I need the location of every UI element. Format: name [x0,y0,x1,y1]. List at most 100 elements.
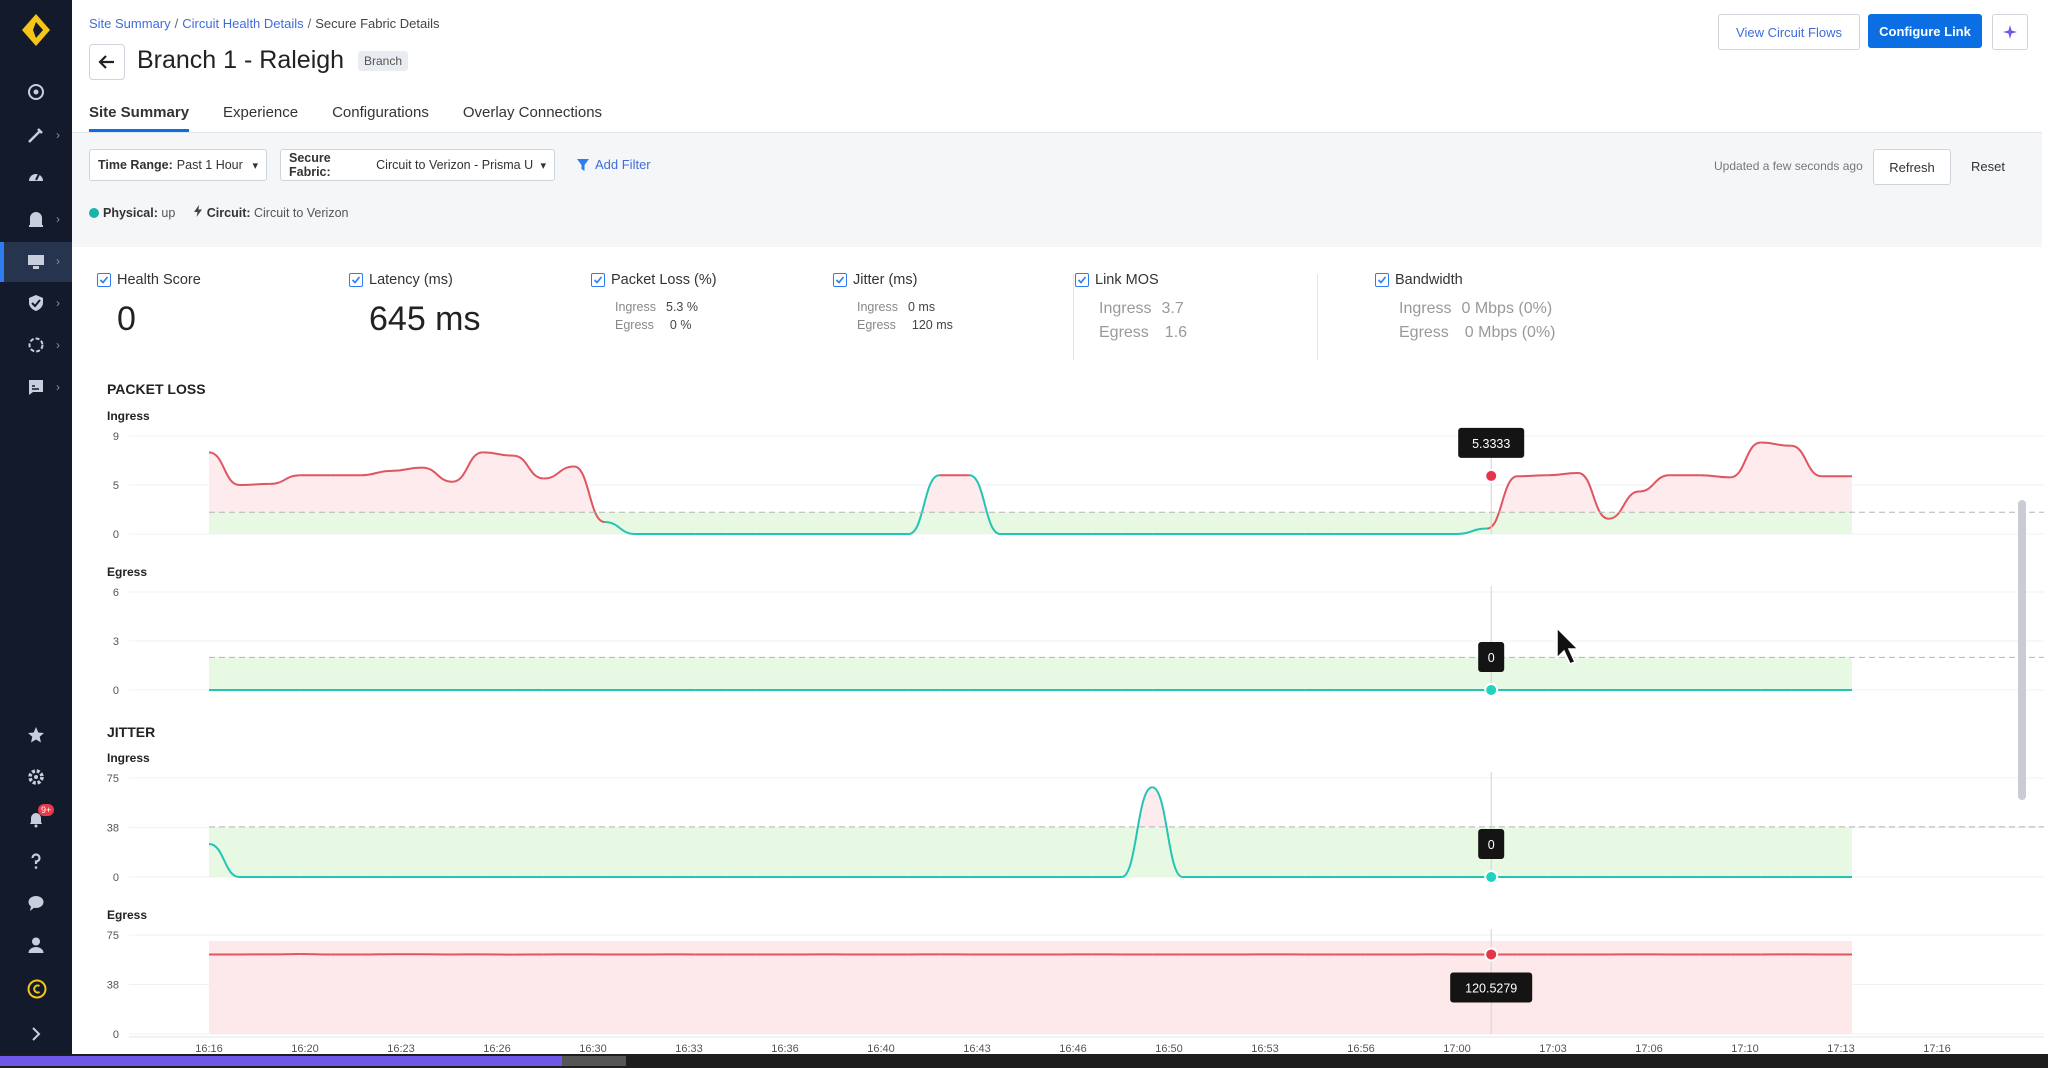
jitter-egress: 120 ms [911,318,953,332]
sidebar-item-assistant[interactable] [0,969,72,1009]
time-range-label: Time Range: [98,158,173,172]
radar-icon [28,84,44,100]
scrollbar-progress [0,1056,625,1066]
bolt-icon [194,205,203,217]
wand-icon [28,128,43,143]
add-filter-button[interactable]: Add Filter [576,157,651,172]
y-tick-label: 3 [113,636,119,648]
physical-status: Physical: up [89,206,175,220]
check-icon [835,276,845,284]
add-filter-label: Add Filter [595,157,651,172]
health-score-label: Health Score [117,272,201,288]
back-button[interactable] [89,44,125,80]
chevron-right-icon: › [56,296,60,310]
check-icon [99,276,109,284]
secure-fabric-label: Secure Fabric: [289,151,331,179]
check-icon [351,276,361,284]
metric-jitter[interactable]: Jitter (ms) Ingress 0 ms Egress 120 ms [833,272,953,332]
breadcrumb-site-summary[interactable]: Site Summary [89,16,171,31]
tab-experience[interactable]: Experience [223,100,298,132]
vertical-scrollbar[interactable] [2018,500,2026,800]
sidebar-item-settings-cycle[interactable]: › [0,326,72,366]
y-tick-label: 0 [113,872,119,884]
user-icon [28,937,44,953]
hover-point [1484,947,1499,962]
sidebar-item-incidents[interactable]: › [0,200,72,240]
ai-assist-button[interactable] [1992,14,2028,50]
checkbox-link-mos[interactable] [1075,273,1089,287]
breadcrumb-separator: / [174,16,179,31]
chevron-down-icon: ▾ [540,159,546,172]
alarm-icon [29,212,43,227]
time-range-dropdown[interactable]: Time Range: Past 1 Hour ▾ [89,149,267,181]
sidebar-expand[interactable] [0,1015,72,1055]
tooltip-value: 5.3333 [1472,437,1510,451]
mos-egress: 1.6 [1164,324,1188,341]
y-tick-label: 6 [113,587,119,599]
sidebar-item-chat[interactable] [0,884,72,924]
sidebar-item-reports[interactable]: › [0,368,72,408]
circuit-charts: PACKET LOSS Ingress 9 5 0 5.3333 Egress 6 3 0 0 JIT… [107,381,2048,1055]
chart-panel-label: Ingress [107,751,150,765]
latency-label: Latency (ms) [369,272,453,288]
tooltip-value: 0 [1488,651,1495,665]
chart-section-title: PACKET LOSS [107,381,206,397]
arrow-left-icon [98,55,114,69]
metric-health-score[interactable]: Health Score 0 [97,272,201,339]
series-line [1517,474,1548,478]
check-icon [1077,276,1087,284]
metric-bandwidth[interactable]: Bandwidth Ingress 0 Mbps (0%) Egress 0 Mbp… [1375,272,1556,342]
chevron-right-icon [32,1027,41,1041]
sidebar-item-security[interactable]: › [0,284,72,324]
metric-packet-loss[interactable]: Packet Loss (%) Ingress 5.3 % Egress 0 % [591,272,717,332]
site-type-badge: Branch [358,51,409,71]
app-logo[interactable] [18,12,54,48]
tooltip-value: 0 [1488,838,1495,852]
checkbox-packet-loss[interactable] [591,273,605,287]
sidebar-item-profile[interactable] [0,926,72,966]
breadcrumb-circuit-health[interactable]: Circuit Health Details [182,16,303,31]
metric-latency[interactable]: Latency (ms) 645 ms [349,272,481,339]
sidebar-item-dashboard[interactable] [0,73,72,113]
checkbox-bandwidth[interactable] [1375,273,1389,287]
chart-panel-label: Ingress [107,409,150,423]
scrollbar-thumb[interactable] [562,1056,626,1066]
star-icon [28,727,44,743]
secure-fabric-dropdown[interactable]: Secure Fabric: Circuit to Verizon - Prism… [280,149,555,181]
sidebar-item-favorites[interactable] [0,716,72,756]
sidebar-item-monitor[interactable] [0,158,72,198]
chevron-down-icon: ▾ [252,159,258,172]
report-icon [29,380,43,395]
reset-button[interactable]: Reset [1958,149,2018,183]
sidebar-item-help[interactable] [0,842,72,882]
sidebar-item-network[interactable]: › [0,242,72,282]
network-icon [28,255,44,269]
breadcrumb-current: Secure Fabric Details [315,16,440,31]
sidebar-item-notifications[interactable]: 9+ [0,800,72,840]
sidebar-item-settings[interactable] [0,758,72,798]
secure-fabric-value: Circuit to Verizon - Prisma US [376,158,535,172]
tab-configurations[interactable]: Configurations [332,100,429,132]
tab-site-summary[interactable]: Site Summary [89,100,190,132]
last-updated-text: Updated a few seconds ago [1714,159,1863,173]
notification-count-badge: 9+ [38,804,55,816]
horizontal-scrollbar[interactable] [0,1054,2048,1068]
tooltip-value: 120.5279 [1465,981,1517,995]
tab-overlay-connections[interactable]: Overlay Connections [463,100,602,132]
checkbox-latency[interactable] [349,273,363,287]
chat-icon [28,896,44,911]
refresh-button[interactable]: Refresh [1873,149,1951,185]
filter-bar: Time Range: Past 1 Hour ▾ Secure Fabric: Ci… [72,133,2042,247]
bandwidth-egress: 0 Mbps (0%) [1464,324,1556,341]
question-icon [31,853,41,869]
sidebar-item-workflows[interactable]: › [0,116,72,156]
configure-link-button[interactable]: Configure Link [1868,14,1982,48]
latency-value: 645 ms [369,300,481,338]
checkbox-jitter[interactable] [833,273,847,287]
metric-link-mos[interactable]: Link MOS Ingress 3.7 Egress 1.6 [1075,272,1187,342]
y-tick-label: 38 [107,823,119,835]
series-line [239,482,270,486]
hover-point [1484,468,1499,483]
view-circuit-flows-button[interactable]: View Circuit Flows [1718,14,1860,50]
checkbox-health-score[interactable] [97,273,111,287]
